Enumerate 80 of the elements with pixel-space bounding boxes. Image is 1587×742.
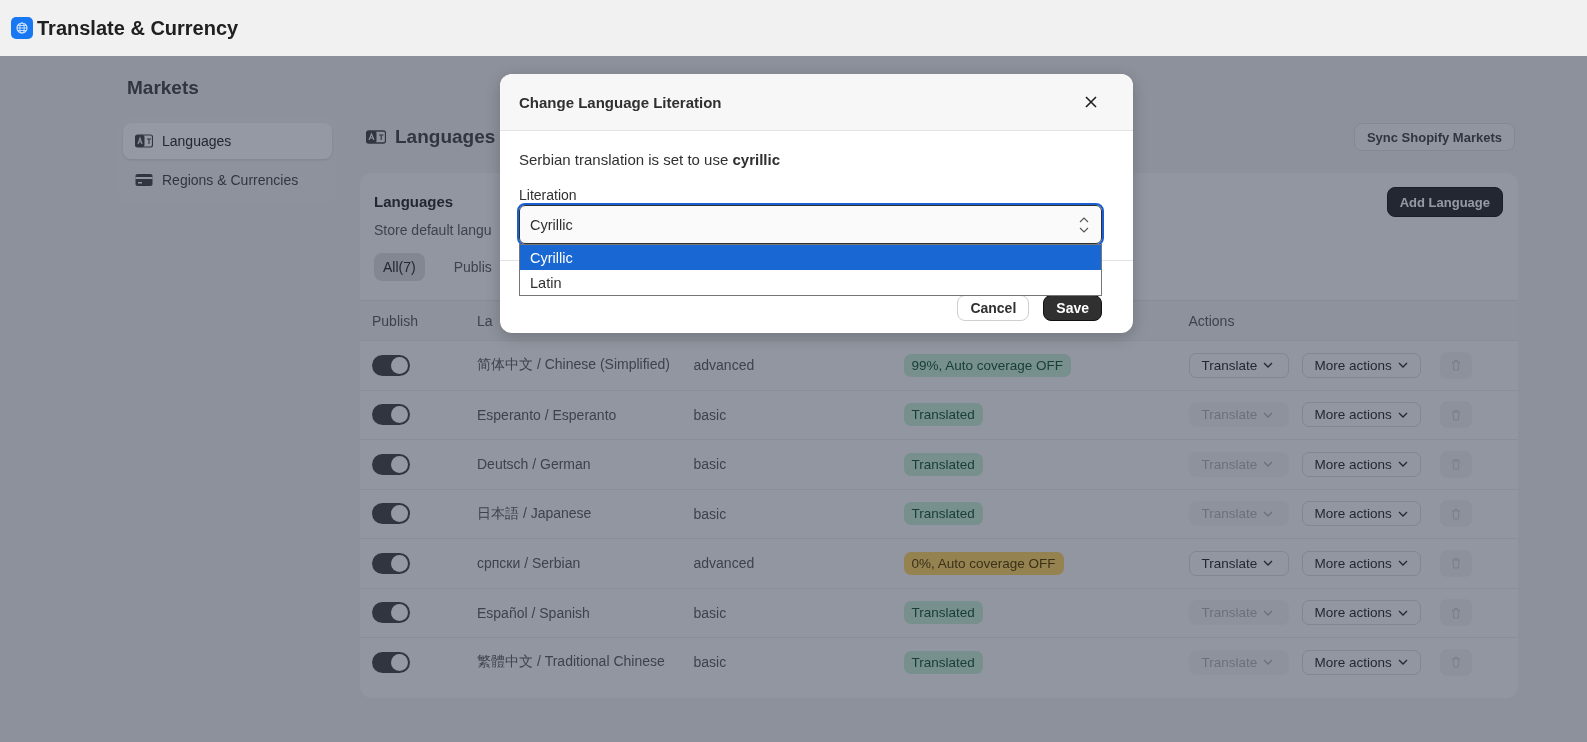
chevron-down-icon [1263, 659, 1274, 666]
language-icon [366, 130, 386, 144]
chevron-down-icon [1397, 560, 1408, 567]
more-actions-button[interactable]: More actions [1301, 402, 1421, 428]
modal-title: Change Language Literation [519, 93, 723, 111]
language-name: 繁體中文 / Traditional Chinese [477, 653, 665, 670]
status-badge: 99%, Auto coverage OFF [903, 353, 1072, 377]
chevron-down-icon [1397, 411, 1408, 418]
page-title: Languages [395, 126, 497, 148]
column-header: La [477, 312, 494, 329]
toggle-switch[interactable] [372, 552, 410, 574]
credit-card-icon [135, 173, 153, 187]
chevron-down-icon [1397, 609, 1408, 616]
select-arrows-icon [1079, 216, 1089, 233]
toggle-switch[interactable] [372, 503, 410, 525]
more-actions-button[interactable]: More actions [1301, 649, 1421, 675]
close-button[interactable] [1083, 94, 1099, 110]
status-badge: Translated [903, 601, 983, 625]
chevron-down-icon [1263, 362, 1274, 369]
close-icon [1085, 96, 1097, 108]
status-badge: Translated [903, 650, 983, 674]
type-label: basic [693, 604, 727, 621]
type-label: basic [693, 505, 727, 522]
toggle-switch[interactable] [372, 602, 410, 624]
translate-button[interactable]: Translate [1188, 352, 1289, 378]
card-subtitle: Store default langu [374, 221, 492, 240]
chevron-down-icon [1397, 510, 1408, 517]
toggle-switch[interactable] [372, 404, 410, 426]
filter-tab[interactable]: All(7) [374, 253, 425, 281]
toggle-switch[interactable] [372, 453, 410, 475]
language-name: Deutsch / German [477, 456, 591, 473]
language-icon [135, 134, 153, 148]
chevron-down-icon [1263, 461, 1274, 468]
toggle-switch[interactable] [372, 651, 410, 673]
more-actions-button[interactable]: More actions [1301, 600, 1421, 626]
dropdown-option[interactable]: Cyrillic [520, 245, 1101, 270]
field-label: Literation [519, 186, 578, 204]
literation-select[interactable]: Cyrillic [519, 205, 1102, 244]
translate-button[interactable]: Translate [1188, 550, 1289, 576]
chevron-down-icon [1263, 609, 1274, 616]
language-name: 日本語 / Japanese [477, 504, 592, 521]
dropdown-option[interactable]: Latin [520, 270, 1101, 295]
language-name: српски / Serbian [477, 555, 581, 572]
status-badge: Translated [903, 403, 983, 427]
chevron-down-icon [1397, 362, 1408, 369]
language-name: Español / Spanish [477, 604, 590, 621]
sidebar-title: Markets [126, 76, 200, 100]
filter-tab[interactable]: Publis [444, 253, 501, 281]
status-badge: 0%, Auto coverage OFF [903, 551, 1064, 575]
chevron-down-icon [1263, 560, 1274, 567]
status-badge: Translated [903, 502, 983, 526]
type-label: advanced [693, 357, 755, 374]
app-title: Translate & Currency [37, 16, 239, 40]
sidebar-item[interactable]: Regions & Currencies [123, 162, 332, 198]
type-label: basic [693, 654, 727, 671]
more-actions-button[interactable]: More actions [1301, 550, 1421, 576]
status-badge: Translated [903, 452, 983, 476]
column-header: Actions [1188, 312, 1236, 329]
chevron-down-icon [1397, 461, 1408, 468]
toggle-switch[interactable] [372, 354, 410, 376]
cancel-button[interactable]: Cancel [957, 295, 1030, 321]
chevron-down-icon [1263, 411, 1274, 418]
column-header: Publish [372, 312, 419, 329]
language-name: Esperanto / Esperanto [477, 406, 617, 423]
chevron-down-icon [1263, 510, 1274, 517]
type-label: basic [693, 406, 727, 423]
save-button[interactable]: Save [1043, 295, 1102, 321]
more-actions-button[interactable]: More actions [1301, 501, 1421, 527]
language-name: 简体中文 / Chinese (Simplified) [477, 356, 670, 373]
sync-button[interactable]: Sync Shopify Markets [1353, 123, 1515, 151]
add-language-button[interactable]: Add Language [1386, 187, 1503, 217]
more-actions-button[interactable]: More actions [1301, 352, 1421, 378]
globe-icon [11, 17, 33, 39]
card-title: Languages [374, 192, 454, 212]
chevron-down-icon [1397, 659, 1408, 666]
modal-message: Serbian translation is set to use cyrillic [519, 150, 781, 170]
type-label: basic [693, 456, 727, 473]
type-label: advanced [693, 555, 755, 572]
more-actions-button[interactable]: More actions [1301, 451, 1421, 477]
sidebar-item[interactable]: Languages [123, 123, 332, 159]
